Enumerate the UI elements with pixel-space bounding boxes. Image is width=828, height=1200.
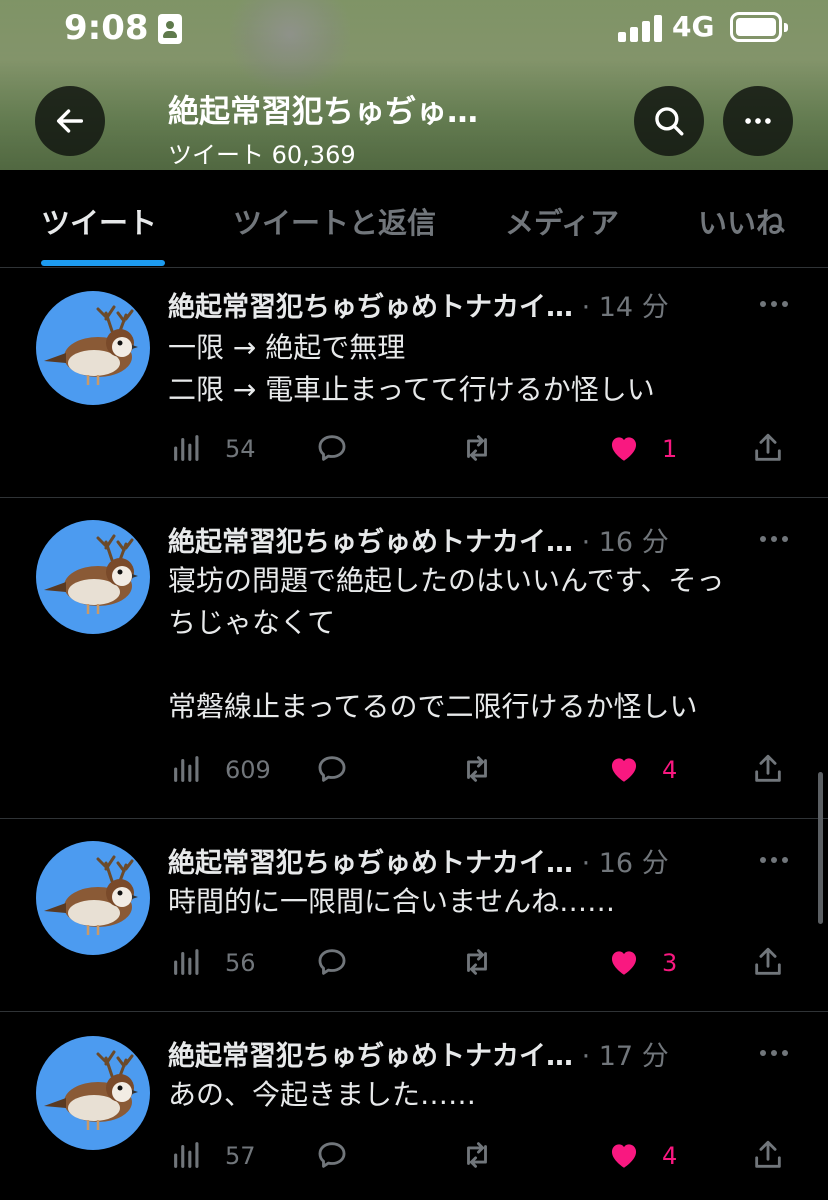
retweet-icon [467, 756, 487, 782]
avatar[interactable] [36, 520, 150, 634]
analytics-icon [174, 1142, 199, 1168]
tweet-author-name[interactable]: 絶起常習犯ちゅぢゅめトナカイ… [168, 848, 573, 879]
tweet-more-button[interactable] [760, 534, 790, 544]
search-icon [655, 107, 684, 136]
tweet-author-name[interactable]: 絶起常習犯ちゅぢゅめトナカイ… [168, 1041, 573, 1072]
tweet-time[interactable]: · 16 分 [582, 848, 669, 879]
share-icon [755, 947, 781, 975]
tweet-actions: 609 4 [0, 750, 828, 790]
tweet-time[interactable]: · 14 分 [582, 292, 669, 323]
likes-count: 3 [662, 949, 678, 977]
tweet-author-name[interactable]: 絶起常習犯ちゅぢゅめトナカイ… [168, 292, 573, 323]
tweet-header: 絶起常習犯ちゅぢゅめトナカイ… · 16 分 [168, 520, 669, 559]
tweet-item[interactable]: 絶起常習犯ちゅぢゅめトナカイ… · 17 分 あの、今起きました…… 57 4 [0, 1012, 828, 1200]
share-icon [755, 433, 781, 461]
share-icon [755, 1140, 781, 1168]
search-button[interactable] [634, 86, 704, 156]
tweet-more-button[interactable] [760, 855, 790, 865]
tab-likes[interactable]: いいね [698, 200, 785, 242]
retweet-icon [467, 435, 487, 461]
likes-count: 4 [662, 756, 678, 784]
share-icon [755, 754, 781, 782]
back-button[interactable] [35, 86, 105, 156]
tweet-more-button[interactable] [760, 299, 790, 309]
tweet-actions: 54 1 [0, 429, 828, 469]
tweet-time[interactable]: · 17 分 [582, 1041, 669, 1072]
likes-count: 4 [662, 1142, 678, 1170]
tab-tweets[interactable]: ツイート [41, 200, 157, 242]
status-bar: 9:08 4G [0, 0, 828, 56]
header-title-block: 絶起常習犯ちゅぢゅ… ツイート 60,369 [168, 86, 628, 170]
tweet-count: ツイート 60,369 [168, 141, 356, 169]
heart-filled-icon [611, 758, 637, 782]
tweet-item[interactable]: 絶起常習犯ちゅぢゅめトナカイ… · 16 分 寝坊の問題で絶起したのはいいんです… [0, 498, 828, 819]
more-horizontal-icon [745, 118, 771, 124]
avatar[interactable] [36, 1036, 150, 1150]
profile-header-banner: 9:08 4G 絶起常習犯ちゅぢゅ… ツイート 60,369 [0, 0, 828, 170]
profile-tabs: ツイート ツイートと返信 メディア いいね [0, 170, 828, 268]
tweet-header: 絶起常習犯ちゅぢゅめトナカイ… · 14 分 [168, 285, 669, 324]
views-count: 57 [225, 1142, 256, 1170]
sparrow-antler-avatar-icon [44, 855, 138, 935]
active-tab-indicator [41, 260, 165, 266]
retweet-icon [467, 949, 487, 975]
tweet-text: 寝坊の問題で絶起したのはいいんです、そっ ちじゃなくて 常磐線止まってるので二限… [168, 564, 725, 723]
battery-icon [730, 12, 788, 42]
sparrow-antler-avatar-icon [44, 1050, 138, 1130]
analytics-icon [174, 435, 199, 461]
heart-filled-icon [611, 437, 637, 461]
status-time: 9:08 [64, 8, 149, 48]
avatar[interactable] [36, 841, 150, 955]
retweet-icon [467, 1142, 487, 1168]
tweet-item[interactable]: 絶起常習犯ちゅぢゅめトナカイ… · 14 分 一限 → 絶起で無理 二限 → 電… [0, 269, 828, 498]
tweet-time[interactable]: · 16 分 [582, 527, 669, 558]
avatar[interactable] [36, 291, 150, 405]
signal-icon [618, 14, 662, 42]
sparrow-antler-avatar-icon [44, 534, 138, 614]
views-count: 56 [225, 949, 256, 977]
tweet-text: あの、今起きました…… [168, 1078, 477, 1111]
more-options-button[interactable] [723, 86, 793, 156]
tweet-actions: 56 3 [0, 943, 828, 983]
tab-media[interactable]: メディア [505, 200, 619, 242]
sparrow-antler-avatar-icon [44, 305, 138, 385]
page-title: 絶起常習犯ちゅぢゅ… [168, 94, 478, 130]
reply-icon [318, 1142, 346, 1168]
tweet-item[interactable]: 絶起常習犯ちゅぢゅめトナカイ… · 16 分 時間的に一限間に合いませんね…… … [0, 819, 828, 1012]
tweet-more-button[interactable] [760, 1048, 790, 1058]
analytics-icon [174, 756, 199, 782]
heart-filled-icon [611, 1144, 637, 1168]
reply-icon [318, 756, 346, 782]
reply-icon [318, 435, 346, 461]
views-count: 609 [225, 756, 271, 784]
reply-icon [318, 949, 346, 975]
analytics-icon [174, 949, 199, 975]
network-label: 4G [672, 10, 715, 43]
likes-count: 1 [662, 435, 678, 463]
tweet-header: 絶起常習犯ちゅぢゅめトナカイ… · 16 分 [168, 841, 669, 880]
tab-tweets-and-replies[interactable]: ツイートと返信 [233, 200, 436, 242]
tweet-author-name[interactable]: 絶起常習犯ちゅぢゅめトナカイ… [168, 527, 573, 558]
tweet-text: 一限 → 絶起で無理 二限 → 電車止まってて行けるか怪しい [168, 331, 655, 406]
tweet-text: 時間的に一限間に合いませんね…… [168, 885, 616, 918]
scrollbar[interactable] [818, 772, 823, 924]
heart-filled-icon [611, 951, 637, 975]
back-arrow-icon [56, 109, 84, 133]
views-count: 54 [225, 435, 256, 463]
id-card-icon [158, 14, 182, 44]
tweet-header: 絶起常習犯ちゅぢゅめトナカイ… · 17 分 [168, 1034, 669, 1073]
tweet-actions: 57 4 [0, 1136, 828, 1176]
